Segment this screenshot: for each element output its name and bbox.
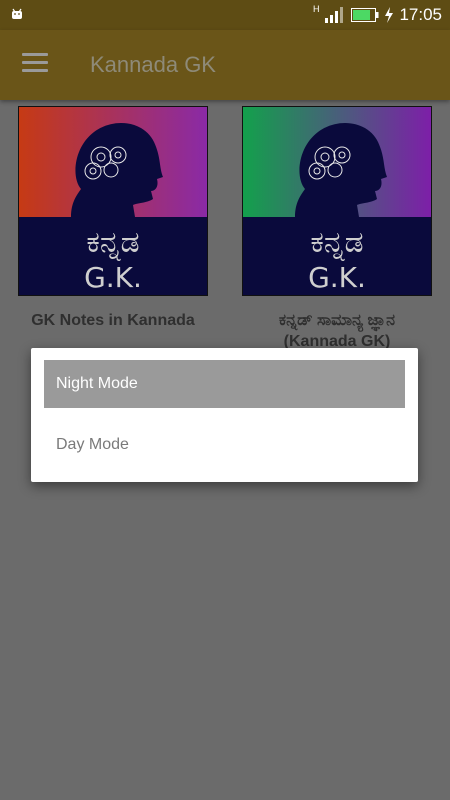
card-kannada-gk[interactable]: ಕನ್ನಡ G.K. ಕನ್ನಡ್ ಸಾಮಾನ್ಯ ಜ್ಞಾನ (Kannada… [242, 106, 432, 352]
card-label: GK Notes in Kannada [31, 312, 195, 329]
kannada-logo-text: ಕನ್ನಡ [86, 225, 139, 261]
app-bar: Kannada GK [0, 30, 450, 100]
card-image: ಕನ್ನಡ G.K. [242, 106, 432, 296]
charging-icon [385, 7, 394, 23]
card-label: ಕನ್ನಡ್ ಸಾಮಾನ್ಯ ಜ್ಞಾನ (Kannada GK) [278, 312, 396, 350]
kannada-logo-text: ಕನ್ನಡ [310, 225, 363, 261]
theme-mode-dialog: Night Mode Day Mode [31, 348, 418, 482]
battery-icon [351, 8, 379, 22]
status-bar: H 17:05 [0, 0, 450, 30]
app-title: Kannada GK [90, 52, 216, 77]
signal-icon [325, 7, 344, 23]
day-mode-option[interactable]: Day Mode [44, 421, 405, 469]
night-mode-option[interactable]: Night Mode [44, 360, 405, 408]
clock: 17:05 [399, 5, 442, 24]
gk-logo-text: G.K. [84, 261, 142, 294]
card-gk-notes[interactable]: ಕನ್ನಡ G.K. GK Notes in Kannada [18, 106, 208, 331]
hamburger-icon[interactable] [22, 53, 48, 77]
network-type-label: H [312, 3, 320, 14]
android-notification-icon [12, 8, 22, 19]
gk-logo-text: G.K. [308, 261, 366, 294]
card-image: ಕನ್ನಡ G.K. [18, 106, 208, 296]
